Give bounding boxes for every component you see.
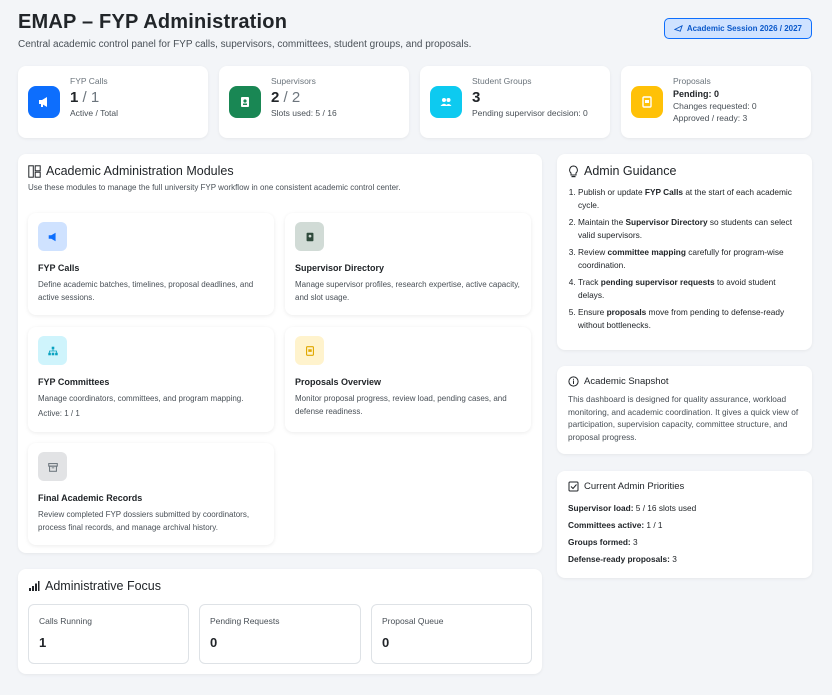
module-desc: Review completed FYP dossiers submitted … xyxy=(38,510,250,532)
layout-grid-icon xyxy=(28,164,41,178)
guidance-step: Track pending supervisor requests to avo… xyxy=(578,276,801,301)
people-icon xyxy=(430,86,462,118)
stat-label: Student Groups xyxy=(472,76,532,86)
megaphone-icon xyxy=(38,222,67,251)
focus-title: Administrative Focus xyxy=(28,579,532,593)
module-title: FYP Calls xyxy=(38,263,80,273)
diagram-icon xyxy=(38,336,67,365)
bar-chart-icon xyxy=(28,580,40,592)
stat-label: Proposals xyxy=(673,76,711,86)
priority-row: Committees active: 1 / 1 xyxy=(568,520,663,530)
module-card-supervisor-directory[interactable]: Supervisor Directory Manage supervisor p… xyxy=(285,213,531,315)
focus-label: Calls Running xyxy=(39,616,92,626)
proposals-pending: Pending: 0 xyxy=(673,89,720,99)
stat-sub: Active / Total xyxy=(70,108,119,118)
document-icon xyxy=(295,336,324,365)
snapshot-title: Academic Snapshot xyxy=(568,376,801,387)
module-card-fyp-calls[interactable]: FYP Calls Define academic batches, timel… xyxy=(28,213,274,315)
snapshot-text: This dashboard is designed for quality a… xyxy=(568,394,799,442)
focus-label: Pending Requests xyxy=(210,616,280,626)
info-circle-icon xyxy=(568,376,579,387)
module-title: Final Academic Records xyxy=(38,493,143,503)
id-badge-icon xyxy=(229,86,261,118)
module-desc: Monitor proposal progress, review load, … xyxy=(295,394,507,416)
page-subtitle: Central academic control panel for FYP c… xyxy=(18,39,472,50)
module-desc: Manage coordinators, committees, and pro… xyxy=(38,394,244,403)
modules-title: Academic Administration Modules xyxy=(28,164,532,178)
focus-calls-running: Calls Running 1 xyxy=(28,604,189,664)
lightbulb-icon xyxy=(568,164,579,178)
priority-row: Defense-ready proposals: 3 xyxy=(568,554,677,564)
megaphone-icon xyxy=(28,86,60,118)
proposals-approved: Approved / ready: 3 xyxy=(673,113,748,123)
focus-pending-requests: Pending Requests 0 xyxy=(199,604,361,664)
module-title: Supervisor Directory xyxy=(295,263,385,273)
stat-value: 2 / 2 xyxy=(271,89,301,106)
module-card-fyp-committees[interactable]: FYP Committees Manage coordinators, comm… xyxy=(28,327,274,432)
academic-snapshot-panel: Academic Snapshot This dashboard is desi… xyxy=(557,366,812,454)
guidance-title: Admin Guidance xyxy=(568,164,801,178)
check-square-icon xyxy=(568,481,579,492)
id-badge-icon xyxy=(295,222,324,251)
guidance-step: Maintain the Supervisor Directory so stu… xyxy=(578,216,801,241)
stat-card-proposals[interactable]: Proposals Pending: 0 Changes requested: … xyxy=(621,66,811,138)
admin-guidance-panel: Admin Guidance Publish or update FYP Cal… xyxy=(557,154,812,350)
stat-value: 3 xyxy=(472,89,481,106)
priority-row: Supervisor load: 5 / 16 slots used xyxy=(568,503,697,513)
focus-value: 0 xyxy=(210,635,218,650)
stat-value: 1 / 1 xyxy=(70,89,100,106)
admin-priorities-panel: Current Admin Priorities Supervisor load… xyxy=(557,471,812,578)
stat-sub: Pending supervisor decision: 0 xyxy=(472,108,588,118)
focus-value: 0 xyxy=(382,635,390,650)
focus-label: Proposal Queue xyxy=(382,616,444,626)
focus-value: 1 xyxy=(39,635,47,650)
stat-card-fyp-calls[interactable]: FYP Calls 1 / 1 Active / Total xyxy=(18,66,208,138)
module-desc: Manage supervisor profiles, research exp… xyxy=(295,280,520,302)
guidance-steps: Publish or update FYP Calls at the start… xyxy=(568,186,801,331)
stat-card-student-groups[interactable]: Student Groups 3 Pending supervisor deci… xyxy=(420,66,610,138)
academic-session-badge[interactable]: Academic Session 2026 / 2027 xyxy=(663,18,812,39)
module-card-proposals-overview[interactable]: Proposals Overview Monitor proposal prog… xyxy=(285,327,531,432)
stat-card-supervisors[interactable]: Supervisors 2 / 2 Slots used: 5 / 16 xyxy=(219,66,409,138)
stat-label: Supervisors xyxy=(271,76,316,86)
guidance-step: Review committee mapping carefully for p… xyxy=(578,246,801,271)
module-card-final-records[interactable]: Final Academic Records Review completed … xyxy=(28,443,274,545)
modules-subtitle: Use these modules to manage the full uni… xyxy=(28,183,401,192)
archive-icon xyxy=(38,452,67,481)
page-title: EMAP – FYP Administration xyxy=(18,11,288,33)
session-label: Academic Session 2026 / 2027 xyxy=(686,24,802,33)
module-desc: Define academic batches, timelines, prop… xyxy=(38,280,254,302)
focus-proposal-queue: Proposal Queue 0 xyxy=(371,604,532,664)
stat-label: FYP Calls xyxy=(70,76,108,86)
priorities-title: Current Admin Priorities xyxy=(568,481,801,492)
priority-row: Groups formed: 3 xyxy=(568,537,638,547)
module-extra: Active: 1 / 1 xyxy=(38,409,80,418)
guidance-step: Publish or update FYP Calls at the start… xyxy=(578,186,801,211)
module-title: Proposals Overview xyxy=(295,377,382,387)
calendar-icon xyxy=(673,24,683,33)
stat-sub: Slots used: 5 / 16 xyxy=(271,108,337,118)
proposals-changes: Changes requested: 0 xyxy=(673,101,757,111)
guidance-step: Ensure proposals move from pending to de… xyxy=(578,306,801,331)
document-icon xyxy=(631,86,663,118)
module-title: FYP Committees xyxy=(38,377,110,387)
page-header: EMAP – FYP Administration Central academ… xyxy=(18,10,471,50)
